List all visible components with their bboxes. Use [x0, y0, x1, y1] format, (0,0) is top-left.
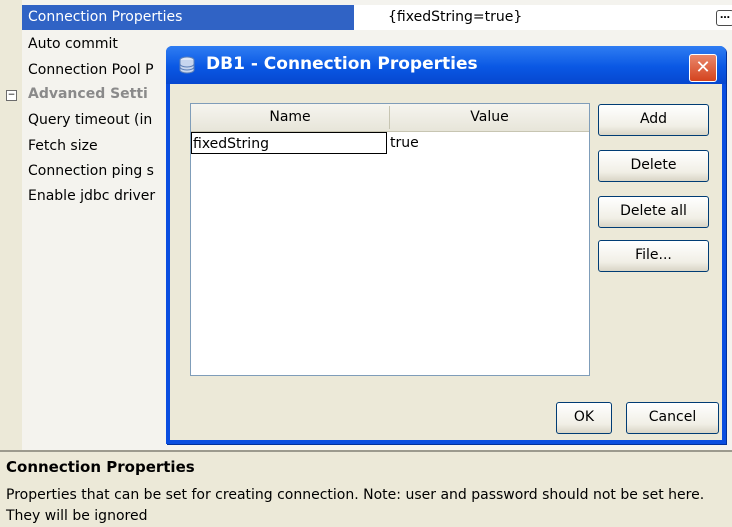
- delete-all-button[interactable]: Delete all: [598, 196, 709, 228]
- column-header-value[interactable]: Value: [390, 104, 589, 131]
- property-name: Fetch size: [28, 138, 98, 154]
- add-button[interactable]: Add: [598, 104, 709, 136]
- ok-button[interactable]: OK: [556, 402, 612, 434]
- file-button[interactable]: File...: [598, 240, 709, 272]
- table-header: Name Value: [191, 104, 589, 132]
- cancel-button[interactable]: Cancel: [626, 402, 719, 434]
- property-name: Connection ping s: [28, 163, 154, 179]
- sheet-gutter: [0, 0, 22, 450]
- ellipsis-button[interactable]: …: [716, 10, 732, 26]
- category-name: Advanced Setti: [28, 86, 148, 102]
- connection-properties-dialog: DB1 - Connection Properties ✕ Name Value…: [166, 46, 726, 444]
- property-name: Enable jdbc driver: [28, 188, 156, 204]
- column-header-name[interactable]: Name: [191, 104, 389, 131]
- delete-button[interactable]: Delete: [598, 150, 709, 182]
- property-name: Query timeout (in: [28, 112, 153, 128]
- description-title: Connection Properties: [6, 458, 195, 476]
- cell-value[interactable]: true: [390, 132, 419, 154]
- description-text: Properties that can be set for creating …: [6, 487, 705, 524]
- dialog-title: DB1 - Connection Properties: [206, 54, 478, 74]
- properties-table[interactable]: Name Value fixedString true: [190, 103, 590, 376]
- property-name: Connection Properties: [28, 9, 183, 25]
- property-name: Connection Pool P: [28, 62, 154, 78]
- table-row[interactable]: fixedString true: [191, 132, 589, 154]
- property-name: Auto commit: [28, 36, 118, 52]
- database-icon: [179, 56, 195, 74]
- dialog-titlebar[interactable]: DB1 - Connection Properties ✕: [166, 46, 726, 84]
- property-row-connection-properties[interactable]: Connection Properties {fixedString=true}…: [22, 5, 732, 30]
- dialog-body: Name Value fixedString true Add Delete D…: [170, 84, 722, 440]
- pane-divider[interactable]: [0, 450, 732, 452]
- collapse-icon[interactable]: −: [6, 90, 17, 101]
- property-value[interactable]: {fixedString=true}: [388, 5, 522, 30]
- close-button[interactable]: ✕: [689, 54, 717, 82]
- cell-name[interactable]: fixedString: [191, 132, 387, 154]
